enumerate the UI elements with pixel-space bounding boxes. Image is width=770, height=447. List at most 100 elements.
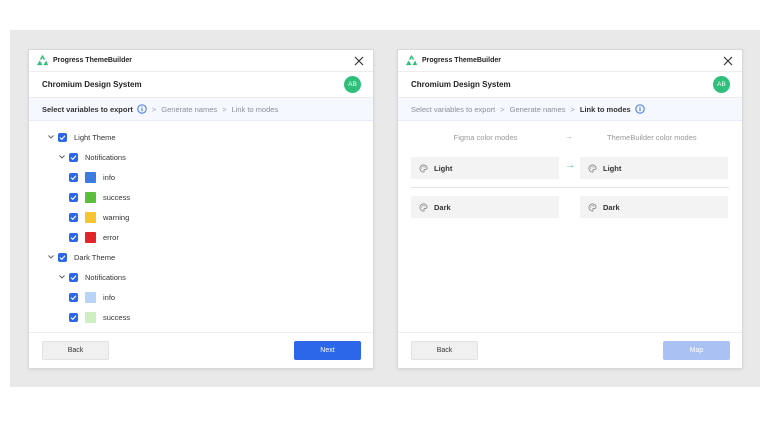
avatar[interactable]: AB <box>713 76 730 93</box>
tree-row: success <box>29 187 373 207</box>
back-button[interactable]: Back <box>411 341 478 360</box>
color-swatch <box>85 211 96 223</box>
breadcrumb-step-generate: Generate names <box>161 104 218 114</box>
tree-item-label: info <box>103 172 116 182</box>
chevron-right-icon: > <box>151 104 157 114</box>
app-title: Progress ThemeBuilder <box>422 57 501 64</box>
info-icon[interactable] <box>137 104 147 114</box>
tree-row: Dark Theme <box>29 247 373 267</box>
themebuilder-logo-icon <box>405 54 418 66</box>
tree-row: success <box>29 307 373 327</box>
color-swatch <box>85 191 96 203</box>
tree-row: info <box>29 167 373 187</box>
checkbox[interactable] <box>58 132 67 142</box>
breadcrumb-step-generate: Generate names <box>509 104 566 114</box>
tree-item-label: Light Theme <box>74 132 116 142</box>
titlebar: Progress ThemeBuilder <box>398 50 742 72</box>
variable-tree: Light Theme Notifications info success warni… <box>29 121 373 332</box>
tree-item-label: info <box>103 292 116 302</box>
breadcrumb-step-link: Link to modes <box>231 104 279 114</box>
chevron-right-icon: > <box>570 104 575 114</box>
next-button[interactable]: Next <box>294 341 361 360</box>
checkmark-icon <box>70 314 77 320</box>
tree-row: warning <box>29 207 373 227</box>
tree-item-label: Dark Theme <box>74 252 116 262</box>
chevron-down-icon[interactable] <box>47 133 55 141</box>
themebuilder-mode-dark[interactable]: Dark <box>580 196 728 218</box>
project-name: Chromium Design System <box>42 80 142 89</box>
palette-icon <box>588 164 597 172</box>
titlebar: Progress ThemeBuilder <box>29 50 373 72</box>
breadcrumb: Select variables to export > Generate na… <box>398 98 742 121</box>
export-dialog-step3: Progress ThemeBuilder Chromium Design Sy… <box>397 49 743 369</box>
checkmark-icon <box>70 154 77 160</box>
checkbox[interactable] <box>69 292 78 302</box>
app-title: Progress ThemeBuilder <box>53 57 132 64</box>
export-dialog-step1: Progress ThemeBuilder Chromium Design Sy… <box>28 49 374 369</box>
checkbox[interactable] <box>69 272 78 282</box>
tree-item-label: Notifications <box>85 272 126 282</box>
breadcrumb: Select variables to export > Generate na… <box>29 98 373 121</box>
checkbox[interactable] <box>69 172 78 182</box>
color-swatch <box>85 291 96 303</box>
themebuilder-modes-header: ThemeBuilder color modes <box>607 133 697 142</box>
color-swatch <box>85 311 96 323</box>
map-button[interactable]: Map <box>663 341 730 360</box>
tree-row: info <box>29 287 373 307</box>
close-icon[interactable] <box>722 55 734 67</box>
tree-item-label: error <box>103 232 119 242</box>
info-icon[interactable] <box>635 104 645 114</box>
figma-mode-label: Dark <box>434 202 451 212</box>
themebuilder-logo-icon <box>36 54 49 66</box>
themebuilder-mode-label: Dark <box>603 202 620 212</box>
tree-row: Light Theme <box>29 127 373 147</box>
chevron-down-icon[interactable] <box>58 273 66 281</box>
breadcrumb-step-select: Select variables to export <box>411 104 496 114</box>
figma-mode-light: Light <box>411 157 559 179</box>
project-header: Chromium Design System AB <box>398 72 742 98</box>
project-name: Chromium Design System <box>411 80 511 89</box>
linked-arrow-icon: → <box>565 160 575 171</box>
palette-icon <box>419 203 428 211</box>
divider <box>411 187 729 188</box>
themebuilder-mode-light[interactable]: Light <box>580 157 728 179</box>
checkmark-icon <box>70 234 77 240</box>
color-swatch <box>85 231 96 243</box>
checkmark-icon <box>70 194 77 200</box>
color-swatch <box>85 171 96 183</box>
tree-row: error <box>29 227 373 247</box>
figma-modes-header: Figma color modes <box>453 132 518 142</box>
footer: Back Next <box>29 332 373 368</box>
palette-icon <box>588 203 597 211</box>
chevron-right-icon: > <box>500 104 505 114</box>
checkbox[interactable] <box>69 232 78 242</box>
chevron-down-icon[interactable] <box>47 253 55 261</box>
checkbox[interactable] <box>69 192 78 202</box>
chevron-down-icon[interactable] <box>58 153 66 161</box>
checkbox[interactable] <box>69 152 78 162</box>
palette-icon <box>419 164 428 172</box>
project-header: Chromium Design System AB <box>29 72 373 98</box>
tree-row: Notifications <box>29 147 373 167</box>
tree-item-label: success <box>103 192 131 202</box>
checkbox[interactable] <box>69 212 78 222</box>
figma-mode-dark: Dark <box>411 196 559 218</box>
checkmark-icon <box>59 134 66 140</box>
checkbox[interactable] <box>58 252 67 262</box>
checkmark-icon <box>70 214 77 220</box>
back-button[interactable]: Back <box>42 341 109 360</box>
tree-row: Notifications <box>29 267 373 287</box>
close-icon[interactable] <box>353 55 365 67</box>
tree-item-label: Notifications <box>85 152 126 162</box>
themebuilder-mode-label: Light <box>603 163 622 173</box>
chevron-right-icon: > <box>222 104 227 114</box>
breadcrumb-step-select: Select variables to export <box>42 104 133 114</box>
checkbox[interactable] <box>69 312 78 322</box>
modes-mapping: Figma color modes → ThemeBuilder color m… <box>398 121 742 301</box>
avatar[interactable]: AB <box>344 76 361 93</box>
tree-item-label: success <box>103 312 131 322</box>
breadcrumb-step-link: Link to modes <box>579 104 631 114</box>
arrow-right-icon: → <box>565 132 573 141</box>
figma-mode-label: Light <box>434 163 453 173</box>
checkmark-icon <box>70 274 77 280</box>
